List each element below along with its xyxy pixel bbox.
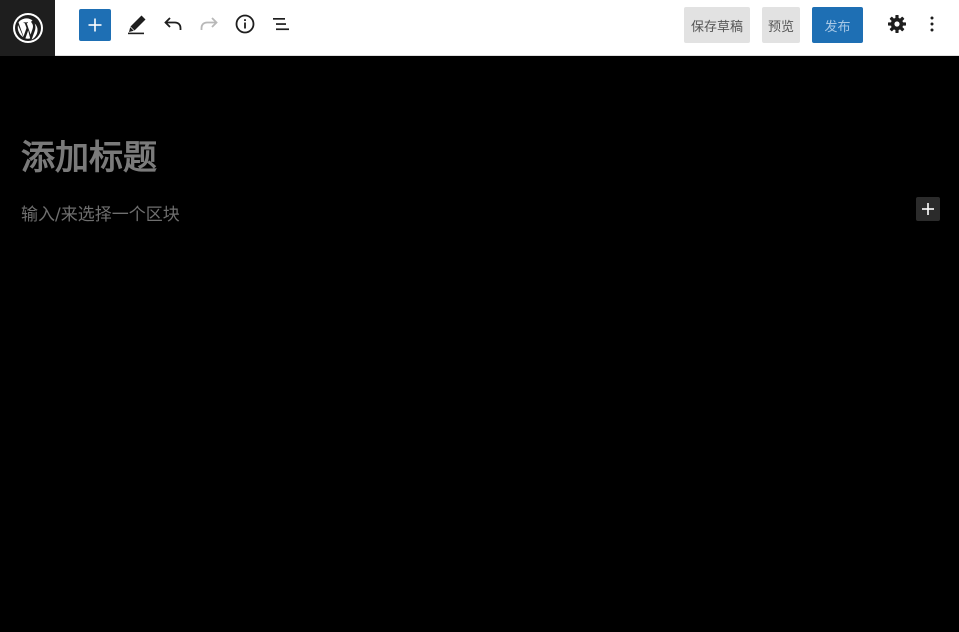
tools-button[interactable] <box>121 8 153 40</box>
redo-icon <box>200 17 218 30</box>
undo-icon <box>164 17 182 30</box>
post-title-input[interactable]: 添加标题 <box>21 130 157 179</box>
save-draft-button[interactable]: 保存草稿 <box>684 7 750 43</box>
wordpress-logo-icon <box>12 13 43 43</box>
info-icon <box>235 14 255 34</box>
list-view-button[interactable] <box>265 8 297 40</box>
editor-header: 保存草稿 预览 发布 <box>0 0 959 56</box>
wordpress-logo-button[interactable] <box>0 0 55 56</box>
inline-inserter-button[interactable] <box>916 197 940 221</box>
more-vertical-icon <box>930 16 934 32</box>
details-button[interactable] <box>229 8 261 40</box>
preview-button[interactable]: 预览 <box>762 7 800 43</box>
editor-canvas: 添加标题 输入/来选择一个区块 <box>0 56 959 632</box>
block-appender[interactable]: 输入/来选择一个区块 <box>21 200 180 225</box>
redo-button[interactable] <box>193 8 225 40</box>
undo-button[interactable] <box>157 8 189 40</box>
list-view-icon <box>273 18 289 31</box>
gear-icon <box>888 15 906 33</box>
settings-button[interactable] <box>881 8 913 40</box>
block-inserter-button[interactable] <box>79 9 111 41</box>
pencil-icon <box>128 15 146 35</box>
options-button[interactable] <box>917 8 947 40</box>
plus-icon <box>88 18 102 32</box>
publish-button[interactable]: 发布 <box>812 7 863 43</box>
plus-icon <box>922 203 934 215</box>
